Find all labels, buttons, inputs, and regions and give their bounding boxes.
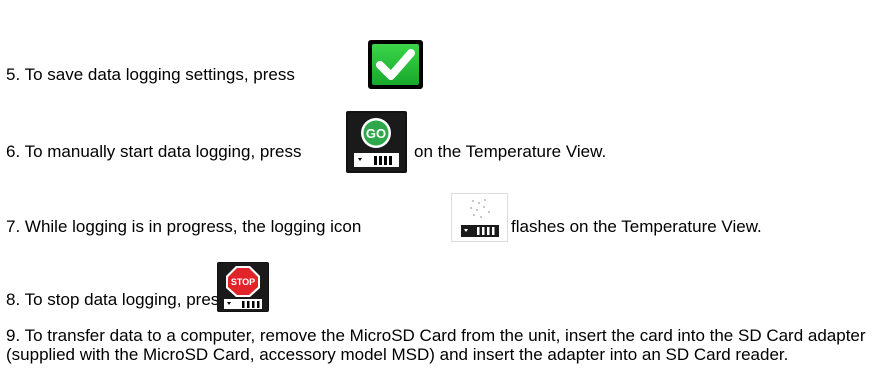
go-label: GO [366,126,386,141]
logging-icon [451,193,508,242]
step-9-text: 9. To transfer data to a computer, remov… [6,326,866,364]
stop-logging-icon: STOP [217,262,269,312]
stop-label: STOP [231,277,255,287]
step-5-text: 5. To save data logging settings, press [6,65,295,84]
step-7-text: 7. While logging is in progress, the log… [6,217,362,236]
step-8-text: 8. To stop data logging, press [6,290,228,309]
checkmark-icon [368,40,423,89]
step-7-tail-text: flashes on the Temperature View. [511,217,762,236]
step-6-text: 6. To manually start data logging, press [6,142,302,161]
step-6-tail-text: on the Temperature View. [414,142,607,161]
go-logging-icon: GO [346,111,407,173]
